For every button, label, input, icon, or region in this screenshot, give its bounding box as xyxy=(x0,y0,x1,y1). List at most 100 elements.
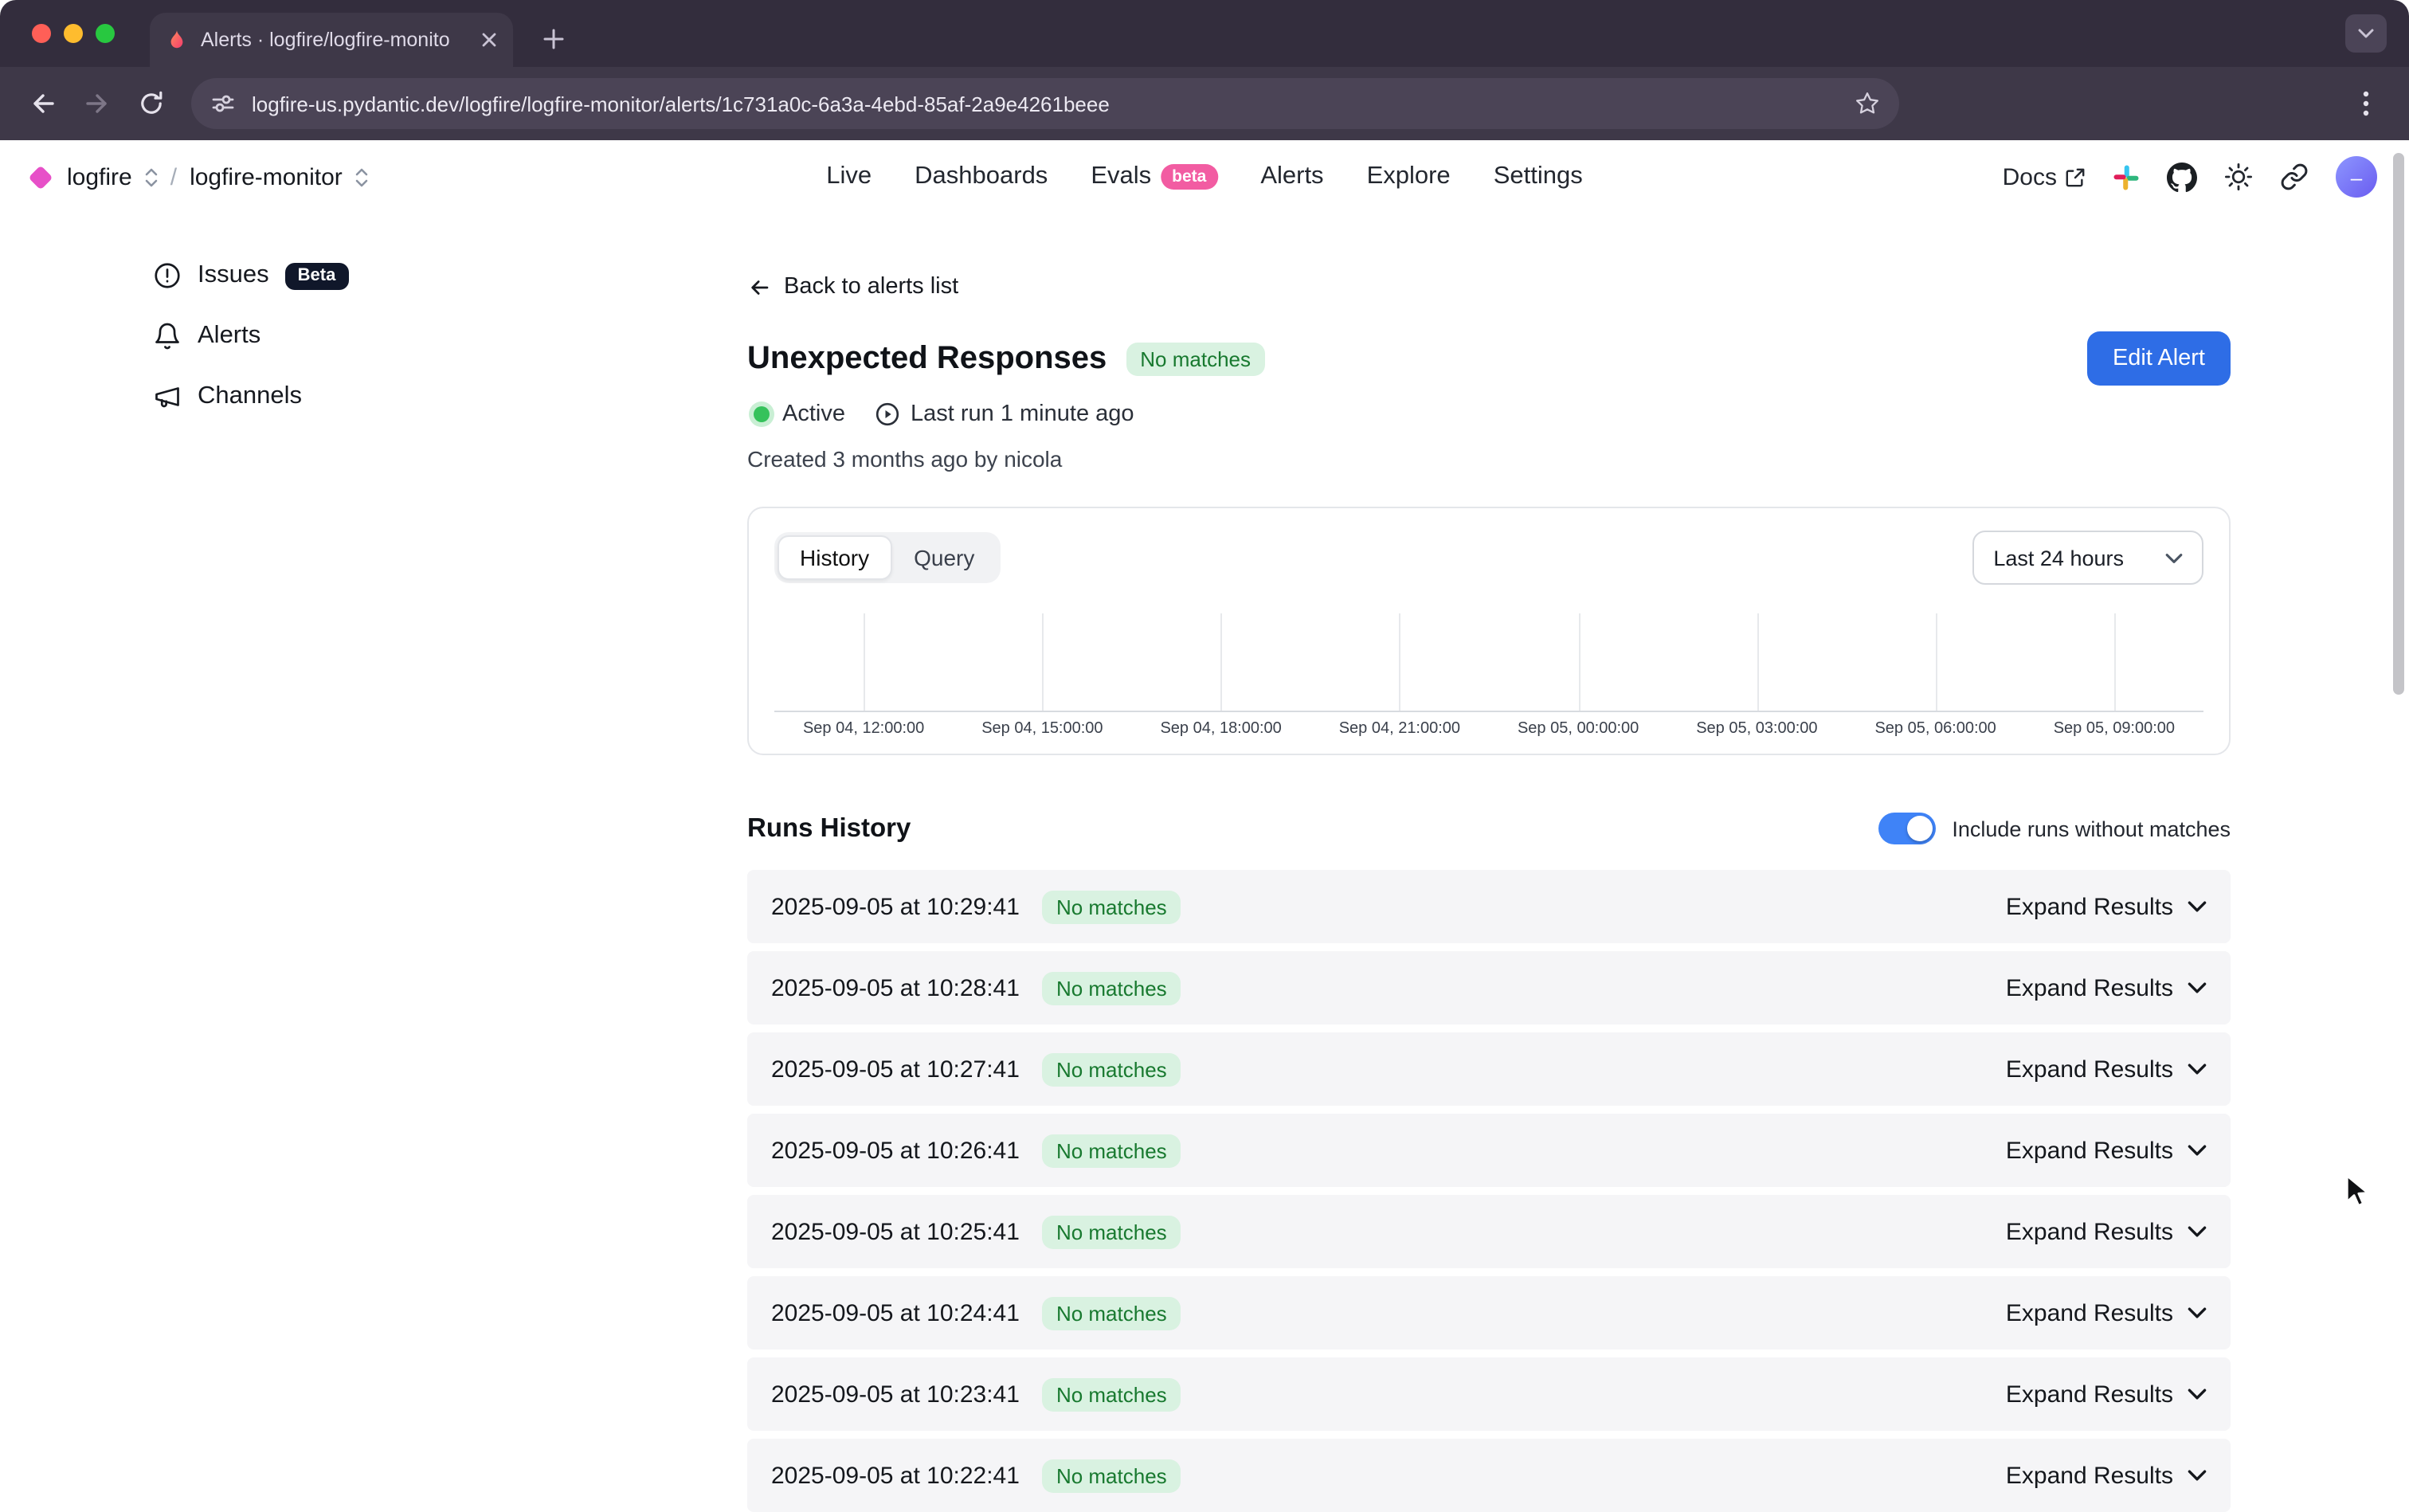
tab-close-icon[interactable] xyxy=(481,32,497,48)
project-chevrons-icon[interactable] xyxy=(355,166,368,187)
history-card: History Query Last 24 hours xyxy=(747,507,2231,755)
runs-history-title: Runs History xyxy=(747,813,911,844)
expand-results-button[interactable]: Expand Results xyxy=(2006,1137,2207,1164)
slack-icon[interactable] xyxy=(2113,163,2140,190)
run-timestamp: 2025-09-05 at 10:25:41 xyxy=(771,1218,1020,1245)
site-settings-icon[interactable] xyxy=(210,91,236,116)
expand-results-button[interactable]: Expand Results xyxy=(2006,1299,2207,1326)
run-row: 2025-09-05 at 10:24:41 No matches Expand… xyxy=(747,1276,2231,1349)
run-row: 2025-09-05 at 10:22:41 No matches Expand… xyxy=(747,1439,2231,1512)
chart-gridline xyxy=(1400,613,1401,711)
expand-results-button[interactable]: Expand Results xyxy=(2006,1462,2207,1489)
sidebar-item-issues[interactable]: Issues Beta xyxy=(153,255,717,296)
expand-results-button[interactable]: Expand Results xyxy=(2006,974,2207,1001)
tab-search-button[interactable] xyxy=(2345,14,2387,53)
close-window-button[interactable] xyxy=(32,24,51,43)
tab-history[interactable]: History xyxy=(778,535,891,580)
address-bar[interactable]: logfire-us.pydantic.dev/logfire/logfire-… xyxy=(191,78,1899,129)
nav-dashboards[interactable]: Dashboards xyxy=(915,163,1048,191)
last-run: Last run 1 minute ago xyxy=(874,402,1134,427)
chart-gridline xyxy=(2114,613,2116,711)
app-header: logfire / logfire-monitor Live Dashboard… xyxy=(0,140,2409,213)
window-controls xyxy=(0,24,115,43)
nav-explore[interactable]: Explore xyxy=(1367,163,1451,191)
chart-gridline xyxy=(1221,613,1223,711)
org-switcher[interactable]: logfire xyxy=(67,163,132,190)
docs-label: Docs xyxy=(2003,163,2057,190)
tab-query[interactable]: Query xyxy=(891,535,997,580)
include-runs-toggle[interactable] xyxy=(1878,813,1936,844)
expand-results-label: Expand Results xyxy=(2006,974,2173,1001)
issues-beta-badge: Beta xyxy=(285,262,349,289)
last-run-label: Last run 1 minute ago xyxy=(911,402,1134,427)
header-actions: Docs – xyxy=(2003,156,2377,198)
run-timestamp: 2025-09-05 at 10:29:41 xyxy=(771,893,1020,920)
run-status-badge: No matches xyxy=(1042,1459,1181,1492)
project-switcher[interactable]: logfire-monitor xyxy=(190,163,343,190)
zoom-window-button[interactable] xyxy=(96,24,115,43)
browser-tab[interactable]: Alerts · logfire/logfire-monito xyxy=(150,13,513,67)
expand-results-button[interactable]: Expand Results xyxy=(2006,1056,2207,1083)
chart-gridline xyxy=(1578,613,1580,711)
page-title: Unexpected Responses xyxy=(747,340,1107,377)
chart-axis-labels: Sep 04, 12:00:00 Sep 04, 15:00:00 Sep 04… xyxy=(774,720,2203,738)
time-range-value: Last 24 hours xyxy=(1993,546,2124,570)
sidebar-item-channels[interactable]: Channels xyxy=(153,376,717,417)
alert-title-row: Unexpected Responses No matches Edit Ale… xyxy=(747,331,2231,386)
new-tab-button[interactable] xyxy=(532,18,574,59)
chart-gridline xyxy=(1936,613,1937,711)
chevron-down-icon xyxy=(2188,1388,2207,1400)
url-text[interactable]: logfire-us.pydantic.dev/logfire/logfire-… xyxy=(252,92,1839,116)
back-to-alerts-link[interactable]: Back to alerts list xyxy=(747,274,958,300)
history-chart xyxy=(774,613,2203,712)
nav-settings[interactable]: Settings xyxy=(1494,163,1583,191)
axis-tick-label: Sep 05, 06:00:00 xyxy=(1847,720,2025,738)
edit-alert-button[interactable]: Edit Alert xyxy=(2087,331,2231,386)
run-timestamp: 2025-09-05 at 10:27:41 xyxy=(771,1056,1020,1083)
nav-live[interactable]: Live xyxy=(826,163,872,191)
run-row: 2025-09-05 at 10:26:41 No matches Expand… xyxy=(747,1114,2231,1187)
org-chevrons-icon[interactable] xyxy=(145,166,158,187)
github-icon[interactable] xyxy=(2167,162,2197,192)
run-row: 2025-09-05 at 10:28:41 No matches Expand… xyxy=(747,951,2231,1024)
back-button-icon[interactable] xyxy=(19,80,67,127)
reload-button-icon[interactable] xyxy=(127,80,175,127)
history-card-header: History Query Last 24 hours xyxy=(774,531,2203,585)
chevron-down-icon xyxy=(2188,1306,2207,1319)
expand-results-label: Expand Results xyxy=(2006,1056,2173,1083)
created-by-text: Created 3 months ago by nicola xyxy=(747,446,2231,472)
bookmark-star-icon[interactable] xyxy=(1855,91,1880,116)
theme-sun-icon[interactable] xyxy=(2224,163,2253,191)
back-link-label: Back to alerts list xyxy=(784,274,958,300)
user-avatar[interactable]: – xyxy=(2336,156,2377,198)
chevron-down-icon xyxy=(2188,1469,2207,1482)
browser-menu-icon[interactable] xyxy=(2342,80,2390,127)
active-label: Active xyxy=(782,402,845,427)
nav-evals-label: Evals xyxy=(1091,163,1151,191)
active-status-dot xyxy=(754,406,770,422)
run-status-badge: No matches xyxy=(1042,890,1181,923)
expand-results-label: Expand Results xyxy=(2006,1462,2173,1489)
forward-button-icon[interactable] xyxy=(73,80,121,127)
sidebar-item-alerts[interactable]: Alerts xyxy=(153,315,717,357)
page-scrollbar-thumb[interactable] xyxy=(2393,153,2404,695)
run-timestamp: 2025-09-05 at 10:23:41 xyxy=(771,1381,1020,1408)
axis-tick-label: Sep 05, 03:00:00 xyxy=(1667,720,1846,738)
browser-toolbar: logfire-us.pydantic.dev/logfire/logfire-… xyxy=(0,67,2409,140)
expand-results-button[interactable]: Expand Results xyxy=(2006,1381,2207,1408)
tab-title: Alerts · logfire/logfire-monito xyxy=(201,29,468,51)
run-timestamp: 2025-09-05 at 10:28:41 xyxy=(771,974,1020,1001)
run-status-badge: No matches xyxy=(1042,1052,1181,1086)
expand-results-button[interactable]: Expand Results xyxy=(2006,893,2207,920)
share-link-icon[interactable] xyxy=(2280,163,2309,191)
docs-link[interactable]: Docs xyxy=(2003,163,2086,190)
toggle-label: Include runs without matches xyxy=(1952,817,2231,840)
expand-results-button[interactable]: Expand Results xyxy=(2006,1218,2207,1245)
chevron-down-icon xyxy=(2188,900,2207,913)
nav-alerts[interactable]: Alerts xyxy=(1260,163,1323,191)
time-range-select[interactable]: Last 24 hours xyxy=(1972,531,2203,585)
nav-evals[interactable]: Evals beta xyxy=(1091,163,1217,191)
minimize-window-button[interactable] xyxy=(64,24,83,43)
axis-tick-label: Sep 04, 15:00:00 xyxy=(953,720,1131,738)
breadcrumb: logfire / logfire-monitor xyxy=(32,163,368,190)
